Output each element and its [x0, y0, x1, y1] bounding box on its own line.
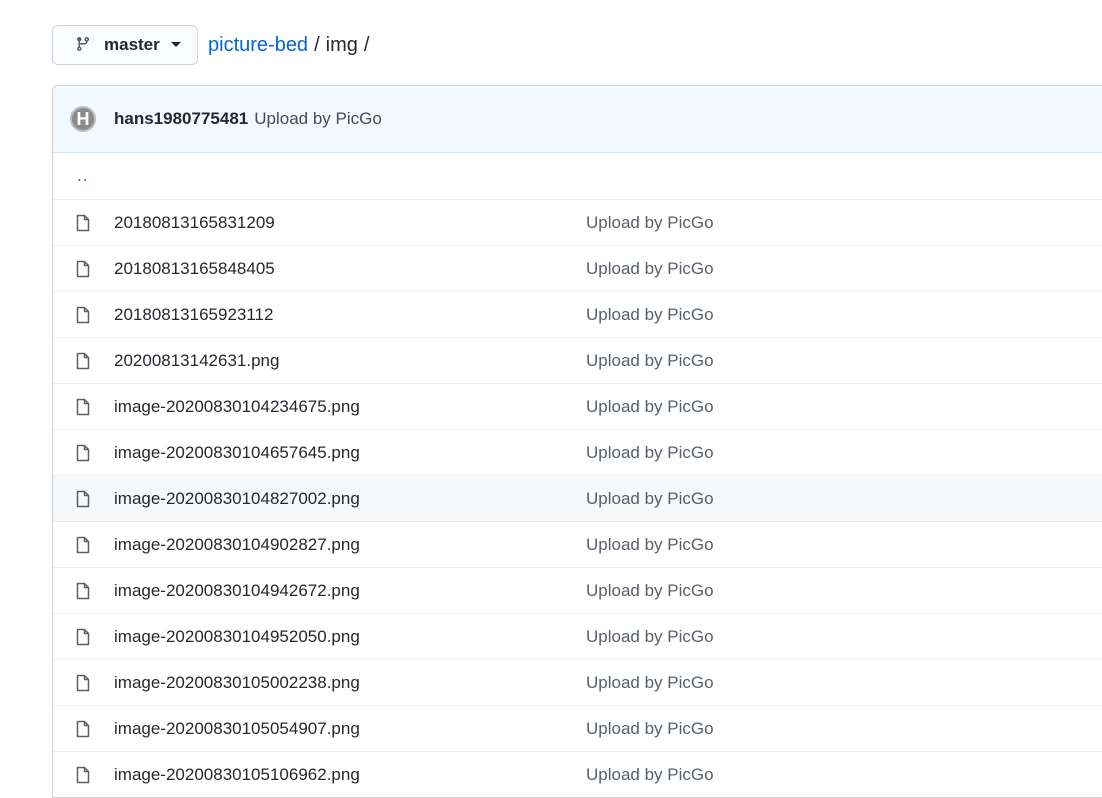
file-row[interactable]: image-20200830105002238.png Upload by Pi…	[53, 659, 1102, 705]
file-row[interactable]: image-20200830105106962.png Upload by Pi…	[53, 751, 1102, 797]
file-name-link[interactable]: image-20200830105054907.png	[114, 719, 586, 739]
file-navigation: master picture-bed / img /	[52, 25, 375, 65]
file-icon	[53, 352, 114, 370]
file-commit-message[interactable]: Upload by PicGo	[586, 535, 714, 555]
file-name-link[interactable]: image-20200830104234675.png	[114, 397, 586, 417]
file-row[interactable]: 20180813165831209 Upload by PicGo	[53, 199, 1102, 245]
commit-message[interactable]: Upload by PicGo	[254, 109, 382, 129]
file-commit-message[interactable]: Upload by PicGo	[586, 627, 714, 647]
file-row[interactable]: image-20200830104942672.png Upload by Pi…	[53, 567, 1102, 613]
file-name-link[interactable]: image-20200830105002238.png	[114, 673, 586, 693]
file-icon	[53, 582, 114, 600]
file-commit-message[interactable]: Upload by PicGo	[586, 443, 714, 463]
file-row[interactable]: image-20200830105054907.png Upload by Pi…	[53, 705, 1102, 751]
file-icon	[53, 766, 114, 784]
file-icon	[53, 444, 114, 462]
file-icon	[53, 398, 114, 416]
file-commit-message[interactable]: Upload by PicGo	[586, 213, 714, 233]
file-name-link[interactable]: 20180813165923112	[114, 305, 586, 325]
file-commit-message[interactable]: Upload by PicGo	[586, 581, 714, 601]
file-name-link[interactable]: image-20200830105106962.png	[114, 765, 586, 785]
file-row[interactable]: image-20200830104902827.png Upload by Pi…	[53, 521, 1102, 567]
file-name-link[interactable]: 20180813165831209	[114, 213, 586, 233]
file-name-link[interactable]: 20200813142631.png	[114, 351, 586, 371]
file-row[interactable]: image-20200830104952050.png Upload by Pi…	[53, 613, 1102, 659]
file-row[interactable]: image-20200830104234675.png Upload by Pi…	[53, 383, 1102, 429]
file-name-link[interactable]: image-20200830104657645.png	[114, 443, 586, 463]
file-row[interactable]: image-20200830104827002.png Upload by Pi…	[53, 475, 1102, 521]
file-commit-message[interactable]: Upload by PicGo	[586, 305, 714, 325]
breadcrumb-separator: /	[363, 33, 370, 56]
file-row[interactable]: 20180813165923112 Upload by PicGo	[53, 291, 1102, 337]
breadcrumb: picture-bed / img /	[208, 34, 375, 57]
file-commit-message[interactable]: Upload by PicGo	[586, 765, 714, 785]
parent-dir-row[interactable]: ..	[53, 153, 1102, 199]
branch-selector-button[interactable]: master	[52, 25, 198, 65]
file-commit-message[interactable]: Upload by PicGo	[586, 397, 714, 417]
file-commit-message[interactable]: Upload by PicGo	[586, 259, 714, 279]
file-row[interactable]: 20180813165848405 Upload by PicGo	[53, 245, 1102, 291]
git-branch-icon	[75, 36, 93, 54]
file-list: H hans1980775481 Upload by PicGo .. 2018…	[52, 85, 1102, 798]
breadcrumb-repo-link[interactable]: picture-bed	[208, 34, 308, 57]
file-row[interactable]: image-20200830104657645.png Upload by Pi…	[53, 429, 1102, 475]
latest-commit-bar: H hans1980775481 Upload by PicGo	[53, 86, 1102, 153]
avatar[interactable]: H	[70, 106, 96, 132]
file-name-link[interactable]: image-20200830104952050.png	[114, 627, 586, 647]
file-icon	[53, 260, 114, 278]
file-commit-message[interactable]: Upload by PicGo	[586, 719, 714, 739]
file-name-link[interactable]: image-20200830104942672.png	[114, 581, 586, 601]
file-commit-message[interactable]: Upload by PicGo	[586, 489, 714, 509]
file-icon	[53, 306, 114, 324]
file-name-link[interactable]: image-20200830104902827.png	[114, 535, 586, 555]
parent-dir-link[interactable]: ..	[53, 166, 88, 186]
caret-down-icon	[170, 42, 181, 48]
file-icon	[53, 674, 114, 692]
file-icon	[53, 490, 114, 508]
file-icon	[53, 720, 114, 738]
commit-author-link[interactable]: hans1980775481	[114, 109, 248, 129]
file-icon	[53, 628, 114, 646]
file-icon	[53, 214, 114, 232]
file-name-link[interactable]: 20180813165848405	[114, 259, 586, 279]
breadcrumb-separator: /	[314, 33, 320, 56]
file-row[interactable]: 20200813142631.png Upload by PicGo	[53, 337, 1102, 383]
branch-name: master	[104, 35, 160, 54]
breadcrumb-current-dir: img	[325, 33, 358, 56]
file-name-link[interactable]: image-20200830104827002.png	[114, 489, 586, 509]
file-commit-message[interactable]: Upload by PicGo	[586, 673, 714, 693]
file-icon	[53, 536, 114, 554]
file-commit-message[interactable]: Upload by PicGo	[586, 351, 714, 371]
